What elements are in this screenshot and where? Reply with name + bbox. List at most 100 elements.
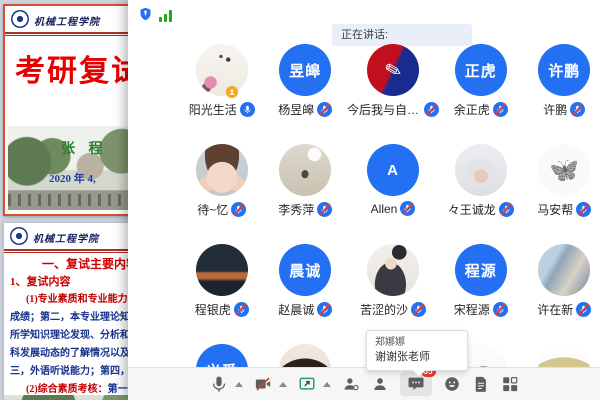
participant-tile[interactable]: 许在新 [523, 236, 600, 336]
participant-name: 苦涩的沙 [360, 301, 408, 318]
chat-icon [407, 375, 425, 393]
slide2-heading: 一、复试主要内容 [42, 255, 138, 272]
participants-icon [371, 375, 389, 393]
slide2-subheading: 1、复试内容 [10, 273, 71, 289]
participant-tile[interactable]: 阳光生活 [180, 36, 264, 136]
meeting-toolbar: 35 [128, 367, 600, 400]
participant-avatar [196, 44, 248, 96]
participant-name: 赵晨诚 [278, 301, 314, 318]
avatar-initials: 正虎 [465, 60, 497, 81]
participant-tile[interactable]: 🦋 马安帮 [523, 136, 600, 236]
participant-avatar: ✎ [367, 44, 419, 96]
participant-avatar: 昱皞 [279, 44, 331, 96]
participant-name: 许在新 [537, 301, 573, 318]
docs-button[interactable] [472, 375, 490, 393]
participant-tile[interactable]: 李秀萍 [264, 136, 348, 236]
participant-tile[interactable]: 昱皞杨昱皞 [264, 36, 348, 136]
smiley-icon [443, 375, 461, 393]
mic-options-caret[interactable] [235, 382, 243, 387]
chat-toast: 郑娜娜 谢谢张老师 [366, 330, 468, 371]
participant-tile[interactable]: 程源宋程源 [439, 236, 523, 336]
participant-tile[interactable]: 待~忆 [180, 136, 264, 236]
microphone-icon [210, 375, 228, 393]
participant-tile[interactable]: A Allen [347, 136, 439, 236]
participant-avatar [455, 144, 507, 196]
participant-avatar: A [367, 144, 419, 196]
mic-muted-icon [576, 202, 591, 217]
mic-muted-icon [493, 102, 508, 117]
school-name: 机械工程学院 [34, 13, 100, 28]
slide1-presenter: 张 程 [61, 138, 108, 158]
participant-name: 宋程源 [454, 301, 490, 318]
avatar-glyph-icon: 🦋 [549, 156, 579, 185]
slide1-title: 考研复试 [15, 46, 143, 90]
avatar-initials: 许鹏 [548, 60, 580, 81]
chat-toast-sender: 郑娜娜 [375, 335, 459, 350]
participant-name: 待~忆 [197, 201, 228, 218]
mic-muted-icon [576, 302, 591, 317]
microphone-button[interactable] [210, 375, 228, 393]
mic-muted-icon [234, 302, 249, 317]
participant-name: 许鹏 [543, 101, 567, 118]
school-name: 机械工程学院 [33, 230, 99, 245]
avatar-initials: 程源 [465, 260, 497, 281]
participant-name: 々王诚龙 [448, 201, 496, 218]
participant-avatar [196, 244, 248, 296]
invite-button[interactable] [342, 375, 360, 393]
share-options-caret[interactable] [323, 382, 331, 387]
participant-avatar [538, 244, 590, 296]
mic-muted-icon [400, 201, 415, 216]
mic-muted-icon [411, 302, 426, 317]
layout-switch-button[interactable] [501, 375, 519, 393]
avatar-initials: 晨诚 [289, 260, 321, 281]
participant-tile[interactable]: 晨诚赵晨诚 [264, 236, 348, 336]
invite-member-icon [342, 375, 360, 393]
participant-avatar [279, 144, 331, 196]
participants-button[interactable] [371, 375, 389, 393]
screen: 机械工程学院 科 考研复试 张 程 2020 年 4, 机械工程学院 科 一、复… [0, 0, 600, 400]
participant-name: 今后我与自己流... [347, 101, 421, 118]
mic-muted-icon [424, 102, 439, 117]
mic-muted-icon [499, 202, 514, 217]
camera-options-caret[interactable] [279, 382, 287, 387]
chat-toast-message: 谢谢张老师 [375, 350, 459, 365]
participant-avatar [367, 244, 419, 296]
meeting-window: 正在讲话: 阳光生活昱皞杨昱皞✎今后我与自己流...正虎余正虎许鹏许鹏待~忆李秀… [128, 0, 600, 400]
participant-name: 李秀萍 [278, 201, 314, 218]
participant-name: Allen [371, 202, 398, 216]
mic-muted-icon [493, 302, 508, 317]
participant-tile[interactable]: 许鹏许鹏 [523, 36, 600, 136]
host-badge-icon [226, 86, 238, 98]
mic-muted-icon [317, 102, 332, 117]
participant-name: 马安帮 [537, 201, 573, 218]
camera-off-button[interactable] [254, 375, 272, 393]
reactions-button[interactable] [443, 375, 461, 393]
participant-name: 杨昱皞 [278, 101, 314, 118]
participant-avatar [196, 144, 248, 196]
mic-muted-icon [570, 102, 585, 117]
school-emblem-icon [11, 10, 29, 28]
participant-avatar: 🦋 [538, 144, 590, 196]
participant-name: 余正虎 [454, 101, 490, 118]
meeting-statusbar [138, 6, 172, 22]
layout-grid-icon [501, 375, 519, 393]
school-emblem-icon [10, 227, 28, 245]
participant-name: 阳光生活 [189, 101, 237, 118]
camera-off-icon [254, 375, 272, 393]
avatar-initials: 昱皞 [289, 60, 321, 81]
participant-tile[interactable]: ✎ 今后我与自己流... [347, 36, 439, 136]
security-shield-icon[interactable] [138, 6, 153, 22]
avatar-initials: A [387, 162, 399, 179]
slide1-date: 2020 年 4, [49, 170, 96, 186]
participant-tile[interactable]: 苦涩的沙 [347, 236, 439, 336]
participant-avatar: 程源 [455, 244, 507, 296]
mic-on-icon [240, 102, 255, 117]
participant-avatar: 正虎 [455, 44, 507, 96]
participant-tile[interactable]: 々王诚龙 [439, 136, 523, 236]
screen-share-button[interactable] [298, 375, 316, 393]
participant-tile[interactable]: 程银虎 [180, 236, 264, 336]
network-signal-icon[interactable] [159, 10, 172, 22]
participant-tile[interactable]: 正虎余正虎 [439, 36, 523, 136]
screen-share-icon [298, 375, 316, 393]
mic-muted-icon [317, 302, 332, 317]
